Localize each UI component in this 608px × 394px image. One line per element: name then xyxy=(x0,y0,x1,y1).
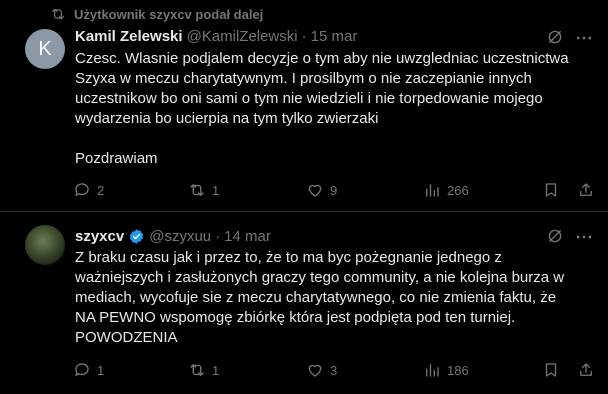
views-icon xyxy=(426,184,439,197)
share-icon xyxy=(580,363,592,376)
separator-dot: · xyxy=(301,27,307,45)
tweet-text: Czesc. Wlasnie podjalem decyzje o tym ab… xyxy=(75,50,569,167)
tweet-actions: 2 1 9 266 xyxy=(68,178,598,202)
bookmark-button[interactable] xyxy=(542,358,560,382)
retweet-count: 1 xyxy=(212,362,220,378)
bookmark-icon xyxy=(545,183,557,197)
like-button[interactable]: 9 xyxy=(306,178,337,202)
author-name[interactable]: szyxcv xyxy=(75,228,124,245)
views-count: 186 xyxy=(447,362,469,378)
bookmark-button[interactable] xyxy=(542,178,560,202)
tweet-header: szyxcv @szyxuu · 14 mar xyxy=(75,226,271,246)
heart-icon xyxy=(308,364,322,377)
share-button[interactable] xyxy=(577,358,595,382)
reply-button[interactable]: 1 xyxy=(73,358,104,382)
share-button[interactable] xyxy=(577,178,595,202)
tweet-text: Z braku czasu jak i przez to, że to ma b… xyxy=(75,249,565,346)
reply-count: 1 xyxy=(97,362,105,378)
retweet-banner[interactable]: Użytkownik szyxcv podał dalej xyxy=(50,4,263,24)
author-name[interactable]: Kamil Zelewski xyxy=(75,28,183,45)
author-handle[interactable]: @KamilZelewski xyxy=(187,28,298,45)
reply-icon xyxy=(75,183,89,196)
reply-icon xyxy=(75,363,89,376)
tweet-header: Kamil Zelewski @KamilZelewski · 15 mar xyxy=(75,26,357,46)
more-options-icon[interactable] xyxy=(574,227,594,247)
tweet[interactable]: Użytkownik szyxcv podał dalej K Kamil Ze… xyxy=(0,0,608,212)
share-icon xyxy=(580,183,592,196)
verified-badge-icon[interactable] xyxy=(128,228,145,245)
separator-dot: · xyxy=(215,227,221,245)
heart-icon xyxy=(308,184,322,197)
author-handle[interactable]: @szyxuu xyxy=(149,228,211,245)
avatar[interactable]: K xyxy=(25,29,65,69)
retweet-icon xyxy=(190,364,204,376)
retweet-count: 1 xyxy=(212,182,220,198)
more-options-icon[interactable] xyxy=(574,28,594,48)
retweet-banner-text: Użytkownik szyxcv podał dalej xyxy=(74,6,264,22)
like-button[interactable]: 3 xyxy=(306,358,337,382)
views-button[interactable]: 266 xyxy=(423,178,469,202)
views-button[interactable]: 186 xyxy=(423,358,469,382)
grok-icon[interactable] xyxy=(546,227,564,245)
retweet-icon xyxy=(52,8,64,20)
retweet-icon xyxy=(190,184,204,196)
timeline-feed: Użytkownik szyxcv podał dalej K Kamil Ze… xyxy=(0,0,608,394)
retweet-button[interactable]: 1 xyxy=(188,178,219,202)
tweet-date[interactable]: 14 mar xyxy=(224,228,271,245)
grok-icon[interactable] xyxy=(546,28,564,46)
tweet-date[interactable]: 15 mar xyxy=(311,28,358,45)
tweet-actions: 1 1 3 186 xyxy=(68,358,598,382)
avatar[interactable] xyxy=(25,225,65,265)
reply-count: 2 xyxy=(97,182,105,198)
views-count: 266 xyxy=(447,182,469,198)
reply-button[interactable]: 2 xyxy=(73,178,104,202)
views-icon xyxy=(426,364,439,377)
bookmark-icon xyxy=(545,363,557,377)
avatar-letter: K xyxy=(38,37,52,60)
retweet-button[interactable]: 1 xyxy=(188,358,219,382)
like-count: 9 xyxy=(330,182,338,198)
like-count: 3 xyxy=(330,362,338,378)
